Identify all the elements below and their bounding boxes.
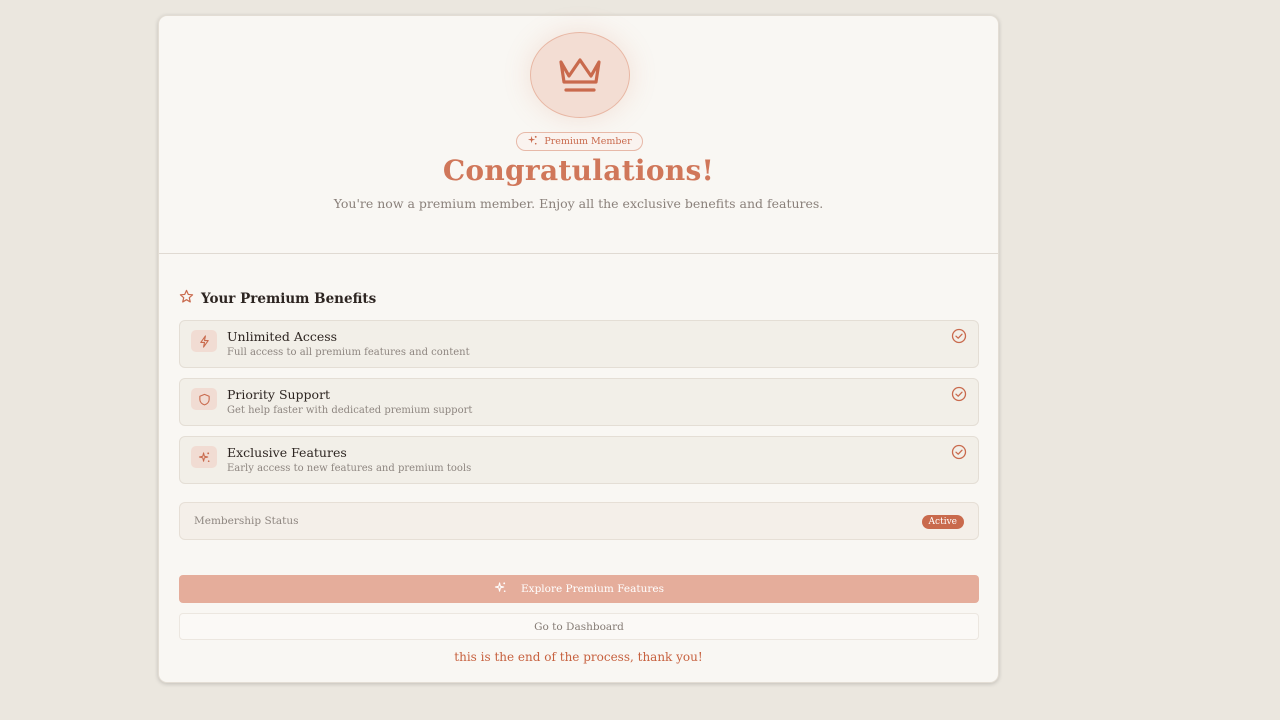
status-badge: Active xyxy=(921,515,964,529)
benefit-unlimited-access: Unlimited Access Full access to all prem… xyxy=(179,320,979,368)
benefit-description: Early access to new features and premium… xyxy=(227,463,472,474)
benefit-name: Unlimited Access xyxy=(227,329,338,344)
sparkles-icon xyxy=(191,446,217,468)
sparkles-icon xyxy=(494,581,507,597)
benefit-name: Exclusive Features xyxy=(227,445,347,460)
membership-status-label: Membership Status xyxy=(194,515,299,527)
explore-premium-features-button[interactable]: Explore Premium Features xyxy=(179,575,979,603)
sparkles-icon xyxy=(527,135,538,149)
benefits-heading: Your Premium Benefits xyxy=(179,289,376,308)
check-circle-icon xyxy=(951,328,967,344)
check-circle-icon xyxy=(951,386,967,402)
benefit-description: Get help faster with dedicated premium s… xyxy=(227,405,473,416)
badge-label: Premium Member xyxy=(544,136,632,147)
page-title: Congratulations! xyxy=(442,154,715,187)
membership-status: Membership Status Active xyxy=(179,502,979,540)
page-subtitle: You're now a premium member. Enjoy all t… xyxy=(333,196,824,211)
benefits-heading-label: Your Premium Benefits xyxy=(201,290,377,307)
star-icon xyxy=(179,289,194,308)
benefit-priority-support: Priority Support Get help faster with de… xyxy=(179,378,979,426)
explore-button-label: Explore Premium Features xyxy=(520,583,665,595)
divider xyxy=(159,253,998,254)
crown-icon xyxy=(530,32,630,118)
benefit-description: Full access to all premium features and … xyxy=(227,347,470,358)
go-to-dashboard-button[interactable]: Go to Dashboard xyxy=(179,613,979,640)
premium-member-badge: Premium Member xyxy=(516,132,643,151)
check-circle-icon xyxy=(951,444,967,460)
lightning-icon xyxy=(191,330,217,352)
benefit-name: Priority Support xyxy=(227,387,331,402)
end-note: this is the end of the process, thank yo… xyxy=(454,650,703,664)
shield-icon xyxy=(191,388,217,410)
confirmation-card: Premium Member Congratulations! You're n… xyxy=(158,15,999,683)
benefit-exclusive-features: Exclusive Features Early access to new f… xyxy=(179,436,979,484)
